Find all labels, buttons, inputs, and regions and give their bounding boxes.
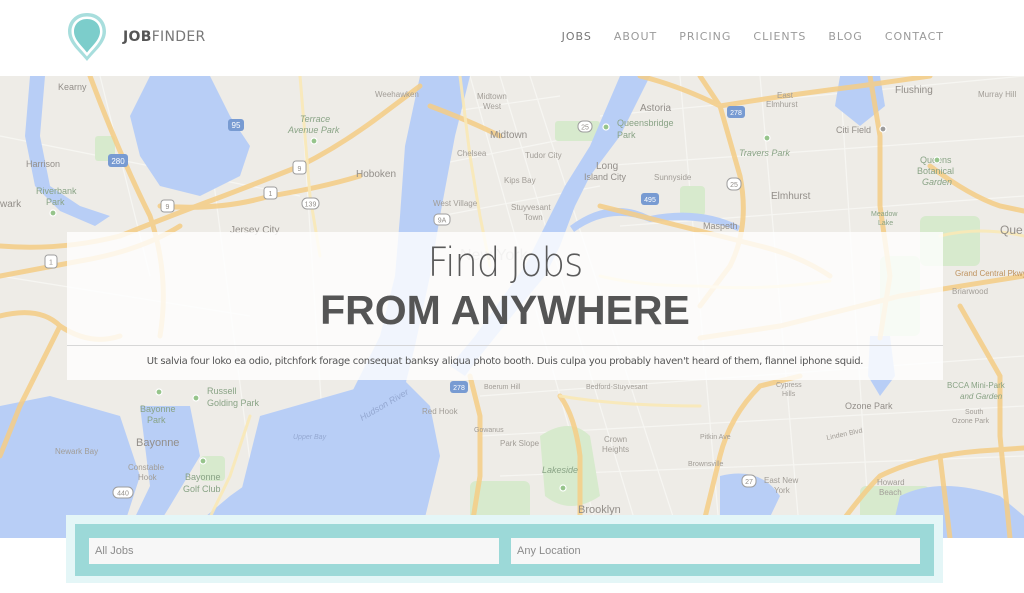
nav-blog[interactable]: BLOG	[828, 30, 862, 43]
hero-banner: Find Jobs FROM ANYWHERE Ut salvia four l…	[67, 232, 943, 380]
logo-text: JOBFINDER	[123, 29, 206, 45]
site-header: JOBFINDER JOBS ABOUT PRICING CLIENTS BLO…	[0, 0, 1024, 76]
nav-contact[interactable]: CONTACT	[885, 30, 944, 43]
hero-title-line1: Find Jobs	[427, 240, 584, 286]
main-nav: JOBS ABOUT PRICING CLIENTS BLOG CONTACT	[540, 30, 944, 43]
logo-text-light: FINDER	[151, 29, 206, 45]
job-search-input[interactable]	[89, 538, 499, 564]
search-form	[75, 524, 934, 576]
map-pin-logo-icon	[68, 13, 106, 61]
nav-pricing[interactable]: PRICING	[679, 30, 731, 43]
nav-jobs[interactable]: JOBS	[562, 30, 592, 43]
hero-title-line2: FROM ANYWHERE	[320, 287, 690, 333]
search-panel	[66, 515, 943, 583]
nav-about[interactable]: ABOUT	[614, 30, 657, 43]
location-search-input[interactable]	[511, 538, 920, 564]
hero-divider	[67, 345, 943, 346]
hero-subtitle: Ut salvia four loko ea odio, pitchfork f…	[146, 356, 864, 367]
nav-clients[interactable]: CLIENTS	[753, 30, 806, 43]
logo-text-bold: JOB	[123, 29, 152, 45]
logo[interactable]: JOBFINDER	[66, 11, 206, 63]
